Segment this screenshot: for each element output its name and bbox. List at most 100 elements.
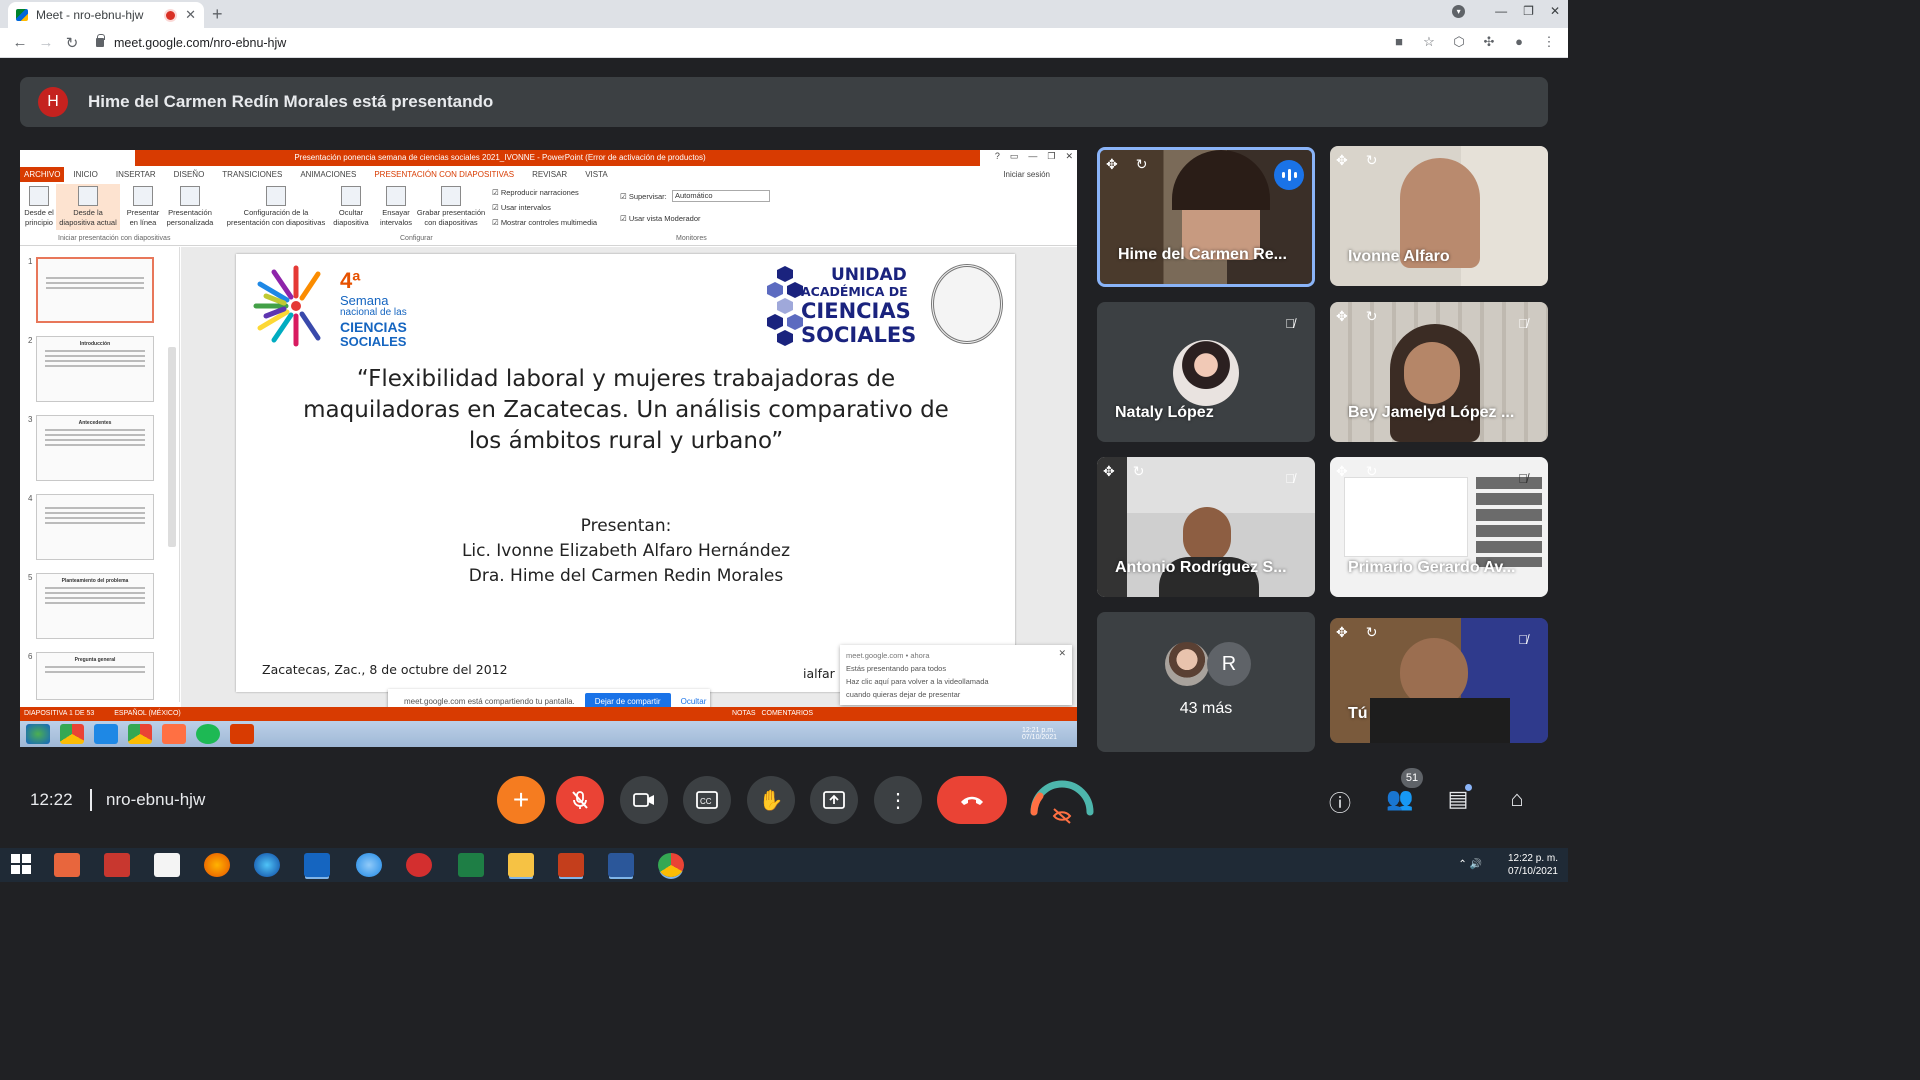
taskbar-app-icon[interactable]: [304, 853, 330, 877]
refresh-icon[interactable]: ↻: [1136, 156, 1148, 173]
taskbar-app-icon[interactable]: [54, 853, 80, 877]
checkbox-moderador[interactable]: Usar vista Moderador: [620, 214, 701, 223]
notes-button[interactable]: NOTAS: [732, 710, 756, 717]
present-screen-button[interactable]: [810, 776, 858, 824]
meeting-info-icon[interactable]: ⓘ: [1325, 786, 1355, 818]
thumbnails-scrollbar[interactable]: [168, 347, 176, 547]
new-tab-button[interactable]: +: [212, 4, 223, 25]
refresh-icon[interactable]: ↻: [1366, 463, 1378, 480]
menu-insertar[interactable]: INSERTAR: [107, 170, 165, 179]
shared-screen[interactable]: Presentación ponencia semana de ciencias…: [20, 150, 1077, 747]
refresh-icon[interactable]: ↻: [1366, 152, 1378, 169]
forward-button[interactable]: →: [36, 34, 56, 51]
menu-diseno[interactable]: DISEÑO: [165, 170, 214, 179]
taskbar-file-explorer-icon[interactable]: [508, 853, 534, 877]
refresh-icon[interactable]: ↻: [1366, 308, 1378, 325]
menu-presentacion[interactable]: PRESENTACIÓN CON DIAPOSITIVAS: [365, 170, 523, 179]
effects-visibility-gauge-icon[interactable]: [1028, 776, 1096, 824]
menu-animaciones[interactable]: ANIMACIONES: [291, 170, 365, 179]
slide-thumbnail[interactable]: Pregunta general: [36, 652, 154, 700]
slide-thumbnail[interactable]: Planteamiento del problema: [36, 573, 154, 639]
back-button[interactable]: ←: [10, 34, 30, 51]
close-window-button[interactable]: ✕: [1550, 4, 1560, 18]
taskbar-chrome-icon[interactable]: [658, 853, 684, 877]
menu-vista[interactable]: VISTA: [576, 170, 617, 179]
checkbox-reproducir[interactable]: Reproducir narraciones: [492, 188, 579, 197]
windows-clock[interactable]: 12:22 p. m. 07/10/2021: [1508, 852, 1558, 878]
reload-button[interactable]: ↻: [62, 34, 82, 52]
system-tray[interactable]: ⌃ 🔊: [1458, 859, 1482, 870]
extension-cube-icon[interactable]: ⬡: [1452, 35, 1466, 49]
slide-thumbnail[interactable]: [36, 257, 154, 323]
taskbar-powerpoint-icon[interactable]: [558, 853, 584, 877]
participant-tile[interactable]: ✥ ↻ Hime del Carmen Re...: [1097, 147, 1315, 287]
pin-icon[interactable]: ✥: [1336, 308, 1348, 325]
pin-icon[interactable]: ✥: [1103, 463, 1115, 480]
slide-thumbnail[interactable]: [36, 494, 154, 560]
taskbar-edge-icon[interactable]: [254, 853, 280, 877]
participant-tile[interactable]: ✥ ↻ Ivonne Alfaro: [1330, 146, 1548, 286]
restore-button[interactable]: ❐: [1523, 4, 1534, 18]
microphone-toggle-button[interactable]: [556, 776, 604, 824]
camera-in-use-icon[interactable]: ■: [1392, 35, 1406, 49]
slide-thumbnail[interactable]: Introducción: [36, 336, 154, 402]
ribbon-grabar[interactable]: Grabar presentación con diapositivas: [416, 186, 486, 228]
refresh-icon[interactable]: ↻: [1366, 624, 1378, 641]
participant-tile[interactable]: ✥ ↻ 🎙̸ Bey Jamelyd López ...: [1330, 302, 1548, 442]
leave-call-button[interactable]: [937, 776, 1007, 824]
url-field[interactable]: meet.google.com/nro-ebnu-hjw: [96, 34, 286, 50]
browser-tab[interactable]: Meet - nro-ebnu-hjw ✕: [8, 2, 204, 28]
bookmark-star-icon[interactable]: ☆: [1422, 35, 1436, 49]
notification-close-icon[interactable]: ✕: [1058, 647, 1066, 660]
taskbar-firefox-icon[interactable]: [204, 853, 230, 877]
comments-button[interactable]: COMENTARIOS: [761, 710, 813, 717]
hide-share-bar-button[interactable]: Ocultar: [681, 697, 707, 706]
sharing-notification[interactable]: meet.google.com • ahora ✕ Estás presenta…: [840, 645, 1072, 705]
menu-inicio[interactable]: INICIO: [64, 170, 106, 179]
pin-icon[interactable]: ✥: [1336, 463, 1348, 480]
menu-revisar[interactable]: REVISAR: [523, 170, 576, 179]
minimize-button[interactable]: —: [1495, 4, 1507, 18]
ribbon-desde-principio[interactable]: Desde el principio: [22, 186, 56, 228]
tab-search-icon[interactable]: ▾: [1452, 4, 1466, 18]
people-icon[interactable]: 👥: [1385, 786, 1415, 812]
raise-hand-button[interactable]: ✋: [747, 776, 795, 824]
taskbar-word-icon[interactable]: [608, 853, 634, 877]
browser-menu-icon[interactable]: ⋮: [1542, 35, 1556, 49]
menu-archivo[interactable]: ARCHIVO: [20, 166, 65, 182]
extensions-puzzle-icon[interactable]: ✣: [1482, 35, 1496, 49]
ribbon-configuracion[interactable]: Configuración de la presentación con dia…: [224, 186, 328, 228]
slide-thumbnail[interactable]: Antecedentes: [36, 415, 154, 481]
powerpoint-sign-in[interactable]: Iniciar sesión: [994, 170, 1059, 179]
taskbar-app-icon[interactable]: [104, 853, 130, 877]
ribbon-desde-actual[interactable]: Desde la diapositiva actual: [56, 186, 120, 228]
monitor-select[interactable]: Automático: [672, 190, 770, 202]
participant-tile[interactable]: 🎙̸ Nataly López: [1097, 302, 1315, 442]
more-options-button[interactable]: ⋮: [874, 776, 922, 824]
more-participants-tile[interactable]: R 43 más: [1097, 612, 1315, 752]
ribbon-ensayar[interactable]: Ensayar intervalos: [376, 186, 416, 228]
checkbox-controles[interactable]: Mostrar controles multimedia: [492, 218, 597, 227]
checkbox-intervalos[interactable]: Usar intervalos: [492, 203, 551, 212]
self-tile[interactable]: ✥ ↻ 🎙̸ Tú: [1330, 618, 1548, 743]
menu-transiciones[interactable]: TRANSICIONES: [213, 170, 291, 179]
add-activity-button[interactable]: +: [497, 776, 545, 824]
taskbar-ie-icon[interactable]: [356, 853, 382, 877]
pin-icon[interactable]: ✥: [1336, 624, 1348, 641]
refresh-icon[interactable]: ↻: [1133, 463, 1145, 480]
activities-icon[interactable]: ⌂: [1502, 786, 1532, 812]
ribbon-presentar-linea[interactable]: Presentar en línea: [124, 186, 162, 228]
ribbon-presentacion-personalizada[interactable]: Presentación personalizada: [164, 186, 216, 228]
windows-start-icon[interactable]: [10, 853, 36, 877]
taskbar-opera-icon[interactable]: [406, 853, 432, 877]
pin-icon[interactable]: ✥: [1336, 152, 1348, 169]
ribbon-ocultar[interactable]: Ocultar diapositiva: [330, 186, 372, 228]
captions-button[interactable]: CC: [683, 776, 731, 824]
profile-avatar-icon[interactable]: ●: [1512, 35, 1526, 49]
participant-tile[interactable]: ✥ ↻ 🎙̸ Antonio Rodríguez S...: [1097, 457, 1315, 597]
taskbar-excel-icon[interactable]: [458, 853, 484, 877]
participant-tile[interactable]: ✥ ↻ 🎙̸ Primario Gerardo Av...: [1330, 457, 1548, 597]
camera-toggle-button[interactable]: [620, 776, 668, 824]
taskbar-document-icon[interactable]: [154, 853, 180, 877]
pin-icon[interactable]: ✥: [1106, 156, 1118, 173]
